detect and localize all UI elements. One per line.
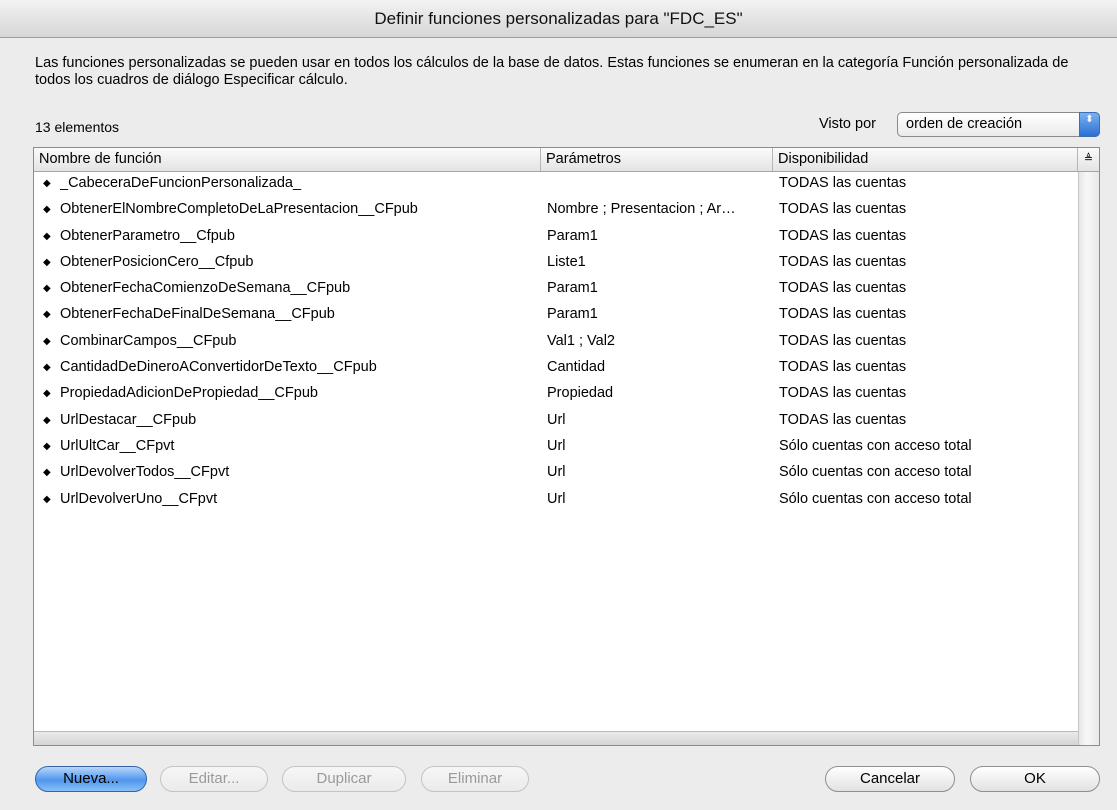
table-row[interactable]: ◆ UrlDestacar__CFpub Url TODAS las cuentas xyxy=(34,412,1078,438)
drag-handle-icon[interactable]: ◆ xyxy=(43,204,53,215)
view-by-selected-value: orden de creación xyxy=(906,116,1023,132)
parameters-cell: Param1 xyxy=(547,280,598,297)
drag-handle-icon[interactable]: ◆ xyxy=(43,441,53,452)
table-row[interactable]: ◆ UrlUltCar__CFpvt Url Sólo cuentas con acc… xyxy=(34,438,1078,464)
parameters-cell: Cantidad xyxy=(547,359,606,376)
view-by-label: Visto por xyxy=(819,116,876,132)
table-row[interactable]: ◆ ObtenerElNombreCompletoDeLaPresentacion… xyxy=(34,201,1078,227)
dialog-title: Definir funciones personalizadas para "F… xyxy=(0,0,1117,38)
function-name-cell: UrlUltCar__CFpvt xyxy=(60,437,175,454)
view-by-select[interactable]: orden de creación ⬍ xyxy=(897,112,1100,137)
item-count: 13 elementos xyxy=(35,119,120,135)
availability-cell: TODAS las cuentas xyxy=(779,411,907,428)
parameters-cell: Url xyxy=(547,437,566,454)
table-row[interactable]: ◆ UrlDevolverUno__CFpvt Url Sólo cuentas co… xyxy=(34,491,1078,517)
new-button[interactable]: Nueva... xyxy=(35,766,147,792)
availability-cell: TODAS las cuentas xyxy=(779,385,907,402)
horizontal-scrollbar[interactable] xyxy=(34,731,1078,745)
parameters-cell: Url xyxy=(547,464,566,481)
table-header: Nombre de función Parámetros Disponibili… xyxy=(34,148,1099,172)
function-name-cell: CantidadDeDineroAConvertidorDeTexto__CFp… xyxy=(60,359,377,376)
popup-arrows-icon: ⬍ xyxy=(1079,112,1100,137)
table-row[interactable]: ◆ ObtenerFechaComienzoDeSemana__CFpub Para… xyxy=(34,280,1078,306)
table-row[interactable]: ◆ PropiedadAdicionDePropiedad__CFpub Propi… xyxy=(34,385,1078,411)
column-header-name[interactable]: Nombre de función xyxy=(34,148,541,171)
table-row[interactable]: ◆ ObtenerPosicionCero__Cfpub Liste1 TODAS l… xyxy=(34,254,1078,280)
availability-cell: Sólo cuentas con acceso total xyxy=(779,464,972,481)
parameters-cell: Propiedad xyxy=(547,385,614,402)
availability-cell: TODAS las cuentas xyxy=(779,201,907,218)
drag-handle-icon[interactable]: ◆ xyxy=(43,283,53,294)
function-name-cell: UrlDevolverUno__CFpvt xyxy=(60,490,218,507)
functions-table: Nombre de función Parámetros Disponibili… xyxy=(33,147,1100,746)
cancel-button[interactable]: Cancelar xyxy=(825,766,955,792)
availability-cell: TODAS las cuentas xyxy=(779,332,907,349)
drag-handle-icon[interactable]: ◆ xyxy=(43,415,53,426)
ok-button[interactable]: OK xyxy=(970,766,1100,792)
vertical-scrollbar[interactable] xyxy=(1078,172,1099,745)
table-row[interactable]: ◆ ObtenerParametro__Cfpub Param1 TODAS las … xyxy=(34,228,1078,254)
parameters-cell: Url xyxy=(547,411,566,428)
table-row[interactable]: ◆ ObtenerFechaDeFinalDeSemana__CFpub Param… xyxy=(34,306,1078,332)
function-name-cell: _CabeceraDeFuncionPersonalizada_ xyxy=(60,175,302,191)
function-name-cell: UrlDestacar__CFpub xyxy=(60,411,197,428)
availability-cell: TODAS las cuentas xyxy=(779,175,907,191)
drag-handle-icon[interactable]: ◆ xyxy=(43,467,53,478)
table-row[interactable]: ◆ _CabeceraDeFuncionPersonalizada_ TODAS l… xyxy=(34,175,1078,201)
drag-handle-icon[interactable]: ◆ xyxy=(43,388,53,399)
availability-cell: TODAS las cuentas xyxy=(779,306,907,323)
parameters-cell: Param1 xyxy=(547,227,598,244)
table-row[interactable]: ◆ UrlDevolverTodos__CFpvt Url Sólo cuentas … xyxy=(34,464,1078,490)
drag-handle-icon[interactable]: ◆ xyxy=(43,336,53,347)
drag-handle-icon[interactable]: ◆ xyxy=(43,362,53,373)
drag-handle-icon[interactable]: ◆ xyxy=(43,494,53,505)
parameters-cell: Nombre ; Presentacion ; Ar… xyxy=(547,201,736,218)
dialog-description: Las funciones personalizadas se pueden u… xyxy=(35,55,1069,88)
parameters-cell: Liste1 xyxy=(547,253,586,270)
drag-handle-icon[interactable]: ◆ xyxy=(43,231,53,242)
function-name-cell: CombinarCampos__CFpub xyxy=(60,332,237,349)
function-name-cell: ObtenerPosicionCero__Cfpub xyxy=(60,253,254,270)
function-name-cell: ObtenerElNombreCompletoDeLaPresentacion_… xyxy=(60,201,418,218)
table-body: ◆ _CabeceraDeFuncionPersonalizada_ TODAS l… xyxy=(34,175,1078,517)
drag-handle-icon[interactable]: ◆ xyxy=(43,309,53,320)
function-name-cell: UrlDevolverTodos__CFpvt xyxy=(60,464,230,481)
drag-handle-icon[interactable]: ◆ xyxy=(43,178,53,189)
delete-button[interactable]: Eliminar xyxy=(421,766,529,792)
availability-cell: TODAS las cuentas xyxy=(779,359,907,376)
availability-cell: Sólo cuentas con acceso total xyxy=(779,437,972,454)
function-name-cell: PropiedadAdicionDePropiedad__CFpub xyxy=(60,385,318,402)
duplicate-button[interactable]: Duplicar xyxy=(282,766,406,792)
availability-cell: Sólo cuentas con acceso total xyxy=(779,490,972,507)
sort-icon[interactable]: ≜ xyxy=(1078,148,1099,171)
availability-cell: TODAS las cuentas xyxy=(779,227,907,244)
table-row[interactable]: ◆ CombinarCampos__CFpub Val1 ; Val2 TODAS l… xyxy=(34,333,1078,359)
drag-handle-icon[interactable]: ◆ xyxy=(43,257,53,268)
parameters-cell: Val1 ; Val2 xyxy=(547,332,615,349)
availability-cell: TODAS las cuentas xyxy=(779,280,907,297)
function-name-cell: ObtenerParametro__Cfpub xyxy=(60,227,235,244)
column-header-params[interactable]: Parámetros xyxy=(541,148,773,171)
column-header-availability[interactable]: Disponibilidad xyxy=(773,148,1078,171)
edit-button[interactable]: Editar... xyxy=(160,766,268,792)
availability-cell: TODAS las cuentas xyxy=(779,253,907,270)
function-name-cell: ObtenerFechaComienzoDeSemana__CFpub xyxy=(60,280,351,297)
custom-functions-dialog: Definir funciones personalizadas para "F… xyxy=(0,0,1117,810)
parameters-cell: Param1 xyxy=(547,306,598,323)
function-name-cell: ObtenerFechaDeFinalDeSemana__CFpub xyxy=(60,306,335,323)
table-row[interactable]: ◆ CantidadDeDineroAConvertidorDeTexto__CF… xyxy=(34,359,1078,385)
parameters-cell: Url xyxy=(547,490,566,507)
